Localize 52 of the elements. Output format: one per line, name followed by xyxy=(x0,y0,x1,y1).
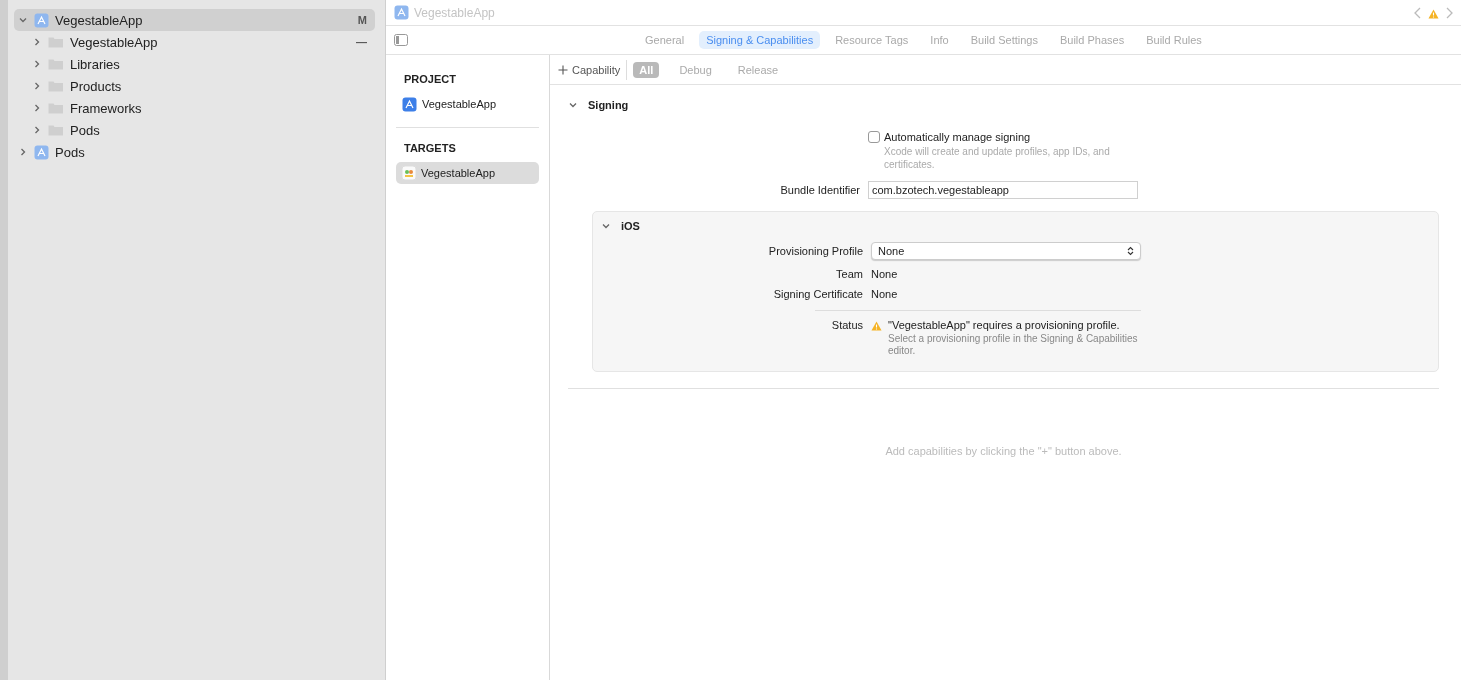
checkbox[interactable] xyxy=(868,131,880,143)
checkbox-label: Automatically manage signing xyxy=(884,131,1031,143)
target-item[interactable]: VegestableApp xyxy=(396,162,539,184)
field-label: Status xyxy=(830,319,863,331)
sidebar-toggle-icon[interactable] xyxy=(394,34,408,46)
warning-icon xyxy=(871,321,882,331)
app-logo-icon xyxy=(402,166,416,180)
field-label: Signing Certificate xyxy=(772,288,863,300)
chevron-right-icon[interactable] xyxy=(32,59,42,69)
navigator-item[interactable]: Frameworks xyxy=(14,97,375,119)
navigator-item[interactable]: VegestableApp — xyxy=(14,31,375,53)
warning-icon xyxy=(1428,8,1439,19)
field-label: Bundle Identifier xyxy=(779,184,860,196)
forward-icon[interactable] xyxy=(1445,6,1453,19)
app-project-icon xyxy=(402,96,417,112)
popup-button[interactable]: None xyxy=(871,242,1141,260)
chevron-right-icon[interactable] xyxy=(18,147,28,157)
field-label: Provisioning Profile xyxy=(767,245,863,257)
platform-title: iOS xyxy=(621,220,640,232)
section-title: Signing xyxy=(588,99,629,111)
navigator-item[interactable]: Pods xyxy=(14,119,375,141)
disclosure-icon[interactable] xyxy=(601,221,611,231)
status-message: "VegestableApp" requires a provisioning profile. xyxy=(888,319,1121,332)
target-item[interactable]: VegestableApp xyxy=(396,93,539,115)
plus-icon xyxy=(558,64,568,75)
input-field[interactable]: com.bzotech.vegestableapp xyxy=(868,181,1138,199)
navigator-item[interactable]: Pods xyxy=(14,141,375,163)
app-project-icon xyxy=(34,12,49,28)
field-label: Team xyxy=(835,268,863,280)
navigator-item[interactable]: VegestableApp M xyxy=(14,9,375,31)
field-value: None xyxy=(871,268,899,280)
app-project-icon xyxy=(394,5,409,20)
chevron-right-icon[interactable] xyxy=(32,81,42,91)
navigator-item[interactable]: Products xyxy=(14,75,375,97)
app-project-icon xyxy=(34,144,49,160)
chevron-right-icon[interactable] xyxy=(32,37,42,47)
status-label: M xyxy=(357,14,367,26)
chevron-right-icon[interactable] xyxy=(32,125,42,135)
field-value: None xyxy=(871,288,899,300)
add-capability-button[interactable]: Capability xyxy=(558,59,628,80)
hint-text: Xcode will create and update profiles, app IDs, and certificates. xyxy=(884,145,1111,171)
chevron-down-icon[interactable] xyxy=(18,15,28,25)
up-down-chevron-icon xyxy=(1127,246,1134,256)
status-detail: Select a provisioning profile in the Signing & Capabilities editor. xyxy=(888,333,1139,357)
empty-hint: Add capabilities by clicking the "+" button above. xyxy=(884,445,1123,457)
navigator-item[interactable]: Libraries xyxy=(14,53,375,75)
section-heading: PROJECT xyxy=(403,72,457,87)
chevron-right-icon[interactable] xyxy=(32,103,42,113)
disclosure-icon[interactable] xyxy=(568,100,578,110)
status-label: — xyxy=(356,36,367,48)
section-heading: TARGETS xyxy=(403,141,457,156)
back-icon[interactable] xyxy=(1414,6,1422,19)
